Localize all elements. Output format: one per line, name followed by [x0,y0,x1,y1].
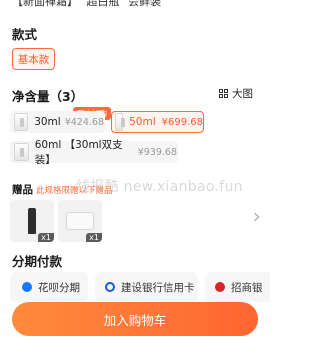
installment-option-huabei[interactable]: 花呗分期 [10,272,88,302]
option-price: ¥424.68 [64,116,104,128]
top-cut-text: 【新面禅霜】 "超白瓶" 会鲜装 [12,0,162,8]
view-toggle[interactable]: 大图 [219,86,253,101]
capacity-option-60ml[interactable]: 60ml 【30ml双支装】 ¥939.68 [10,139,178,166]
cream-jar-image [66,212,94,230]
gift-item[interactable]: x1 [10,200,54,242]
installment-label: 招商银 [231,281,263,294]
style-section-title: 款式 [12,27,38,42]
add-to-cart-button[interactable]: 加入购物车 [12,302,258,336]
product-thumb [14,113,29,131]
style-option-basic[interactable]: 基本款 [12,48,55,70]
view-toggle-label: 大图 [232,88,253,100]
capacity-option-50ml[interactable]: 50ml ¥699.68 [111,111,204,133]
watermark: 线报酷 new.xianbao.fun [76,179,243,195]
capacity-section-title: 净含量（3） [12,89,84,104]
installment-section-title: 分期付款 [12,254,63,269]
option-name: 30ml [34,116,61,128]
product-thumb [115,113,126,131]
option-name: 50ml [129,116,156,128]
gift-qty-badge: x1 [38,233,54,242]
option-name: 60ml 【30ml双支装】 [34,139,123,166]
capacity-option-30ml[interactable]: 30ml ¥424.68 [10,111,105,133]
installment-label: 花呗分期 [38,281,80,294]
grid-icon [219,89,228,98]
installment-label: 建设银行信用卡 [121,281,195,294]
chevron-right-icon[interactable] [250,212,260,222]
cmb-bank-icon [215,282,225,292]
option-price: ¥699.68 [161,116,203,128]
huabei-icon [22,282,32,292]
style-option-label: 基本款 [17,53,50,66]
gift-item[interactable]: x1 [58,200,102,242]
product-thumb [14,143,29,161]
option-price: ¥939.68 [137,146,177,158]
gift-qty-badge: x1 [86,233,102,242]
installment-option-ccb[interactable]: 建设银行信用卡 [95,272,198,302]
installment-option-cmb[interactable]: 招商银 [205,272,270,302]
ccb-bank-icon [105,282,115,292]
serum-bottle-image [28,208,36,234]
gift-section-title: 赠品 [12,184,33,196]
